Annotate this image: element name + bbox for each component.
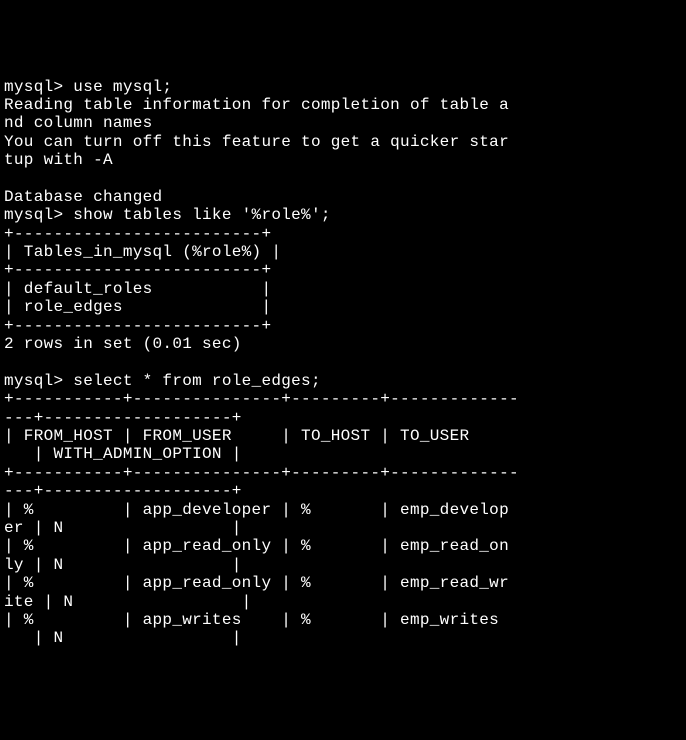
terminal-line: er | N | (4, 519, 242, 537)
terminal-line: | % | app_developer | % | emp_develop (4, 501, 509, 519)
terminal-line: | role_edges | (4, 298, 271, 316)
terminal-line: +-------------------------+ (4, 261, 271, 279)
terminal-line: | % | app_read_only | % | emp_read_wr (4, 574, 509, 592)
terminal-line: Reading table information for completion… (4, 96, 509, 114)
terminal-line: | % | app_read_only | % | emp_read_on (4, 537, 509, 555)
terminal-line: ---+-------------------+ (4, 409, 242, 427)
terminal-line: nd column names (4, 114, 153, 132)
terminal-line: ly | N | (4, 556, 242, 574)
terminal-line: ite | N | (4, 593, 252, 611)
terminal-line: mysql> show tables like '%role%'; (4, 206, 331, 224)
terminal-line: mysql> select * from role_edges; (4, 372, 321, 390)
terminal-line: Database changed (4, 188, 162, 206)
terminal-line: tup with -A (4, 151, 113, 169)
terminal-line: | WITH_ADMIN_OPTION | (4, 445, 242, 463)
terminal-line: +-------------------------+ (4, 317, 271, 335)
terminal-line: | % | app_writes | % | emp_writes (4, 611, 509, 629)
terminal-line: | N | (4, 629, 242, 647)
terminal-line: +-----------+---------------+---------+-… (4, 390, 519, 408)
terminal-line: +-------------------------+ (4, 225, 271, 243)
terminal-line: +-----------+---------------+---------+-… (4, 464, 519, 482)
terminal-line: | Tables_in_mysql (%role%) | (4, 243, 281, 261)
terminal-line: ---+-------------------+ (4, 482, 242, 500)
terminal-line: You can turn off this feature to get a q… (4, 133, 509, 151)
terminal-line: 2 rows in set (0.01 sec) (4, 335, 242, 353)
terminal-line: mysql> use mysql; (4, 78, 172, 96)
terminal-line: | default_roles | (4, 280, 271, 298)
terminal-output: mysql> use mysql; Reading table informat… (4, 78, 682, 648)
terminal-line: | FROM_HOST | FROM_USER | TO_HOST | TO_U… (4, 427, 519, 445)
